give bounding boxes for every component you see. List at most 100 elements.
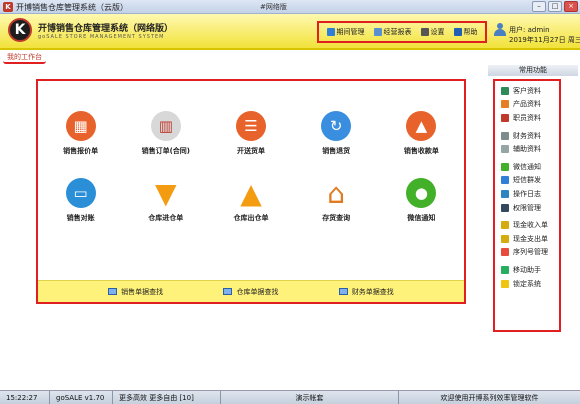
permission-icon [501, 203, 509, 212]
status-account: 演示帐套 [221, 390, 399, 404]
window-controls: – □ × [532, 1, 578, 12]
app-subtitle: goSALE STORE MANAGEMENT SYSTEM [38, 34, 165, 40]
quick-link-label: 财务单据查找 [351, 287, 394, 296]
aux-icon [501, 145, 509, 154]
staff-icon [501, 113, 509, 122]
report-icon [373, 28, 382, 36]
tile-laptop[interactable]: ▭ 销售对账 [38, 178, 123, 223]
wechat-icon: ● [406, 178, 437, 208]
sidebar-item-product[interactable]: 产品资料 [501, 98, 559, 112]
customer-icon [501, 86, 509, 95]
tile-up-arrow[interactable]: ▲ 仓库出仓单 [208, 176, 293, 223]
up-arrow-icon: ▲ [240, 176, 262, 210]
settings-icon [420, 28, 429, 36]
tile-label: 销售退货 [322, 147, 351, 155]
sidebar-item-label: 产品资料 [513, 100, 541, 109]
menu-report[interactable]: 经营报表 [373, 27, 412, 37]
sidebar-item-finance[interactable]: 财务资料 [501, 129, 559, 143]
sidebar-item-mobile[interactable]: 移动助手 [501, 263, 559, 277]
quick-link[interactable]: 销售单据查找 [108, 287, 163, 297]
tile-label: 仓库出仓单 [233, 214, 269, 222]
user-name: 用户: admin [509, 26, 550, 34]
app-header: K 开博销售仓库管理系统（网络版） goSALE STORE MANAGEMEN… [0, 14, 580, 50]
quick-link-label: 仓库单据查找 [236, 287, 279, 296]
menu-help[interactable]: 帮助 [453, 27, 478, 37]
menu-folder[interactable]: 期间管理 [326, 27, 365, 37]
function-grid: ▦ 销售报价单 ▥ 销售订单(合同) ☰ 开送货单 ↻ 销售退货 ▲ 销售收款单 ▭ 销售对账 ▼ 仓库进… [38, 111, 464, 223]
monitor-icon [338, 288, 348, 295]
sidebar-item-label: 权限管理 [513, 203, 541, 212]
sidebar-item-label: 辅助资料 [513, 145, 541, 154]
quick-link[interactable]: 仓库单据查找 [223, 287, 278, 297]
sidebar-item-label: 现金支出单 [513, 234, 548, 243]
status-version: goSALE v1.70 [50, 390, 113, 404]
log-icon [501, 189, 509, 198]
main-panel: ▦ 销售报价单 ▥ 销售订单(合同) ☰ 开送货单 ↻ 销售退货 ▲ 销售收款单 ▭ 销售对账 ▼ 仓库进… [36, 79, 466, 304]
sidebar-item-cash-in[interactable]: 现金收入单 [501, 218, 559, 232]
serial-icon [501, 248, 509, 257]
sidebar-item-staff[interactable]: 职员资料 [501, 111, 559, 125]
logo: K [8, 18, 32, 42]
refresh-icon: ↻ [321, 111, 352, 141]
tile-refresh[interactable]: ↻ 销售退货 [294, 111, 379, 156]
tab-my-workbench[interactable]: 我的工作台 [3, 52, 46, 64]
menu-label: 经营报表 [383, 28, 412, 36]
help-icon [453, 28, 462, 36]
bell-icon: ▲ [406, 111, 437, 141]
app-title: 开博销售仓库管理系统（网络版） [38, 24, 174, 34]
calculator-icon: ▦ [65, 111, 96, 141]
sidebar-item-label: 财务资料 [513, 131, 541, 140]
tile-label: 开送货单 [236, 147, 265, 155]
menu-settings[interactable]: 设置 [420, 27, 445, 37]
sidebar-item-label: 微信通知 [513, 162, 541, 171]
sidebar-item-sms[interactable]: 短信群发 [501, 174, 559, 188]
house-icon: ⌂ [327, 176, 346, 210]
mobile-icon [501, 265, 509, 274]
tile-bell[interactable]: ▲ 销售收款单 [379, 111, 464, 156]
maximize-icon[interactable]: □ [548, 1, 562, 12]
product-icon [501, 100, 509, 109]
menu-label: 期间管理 [336, 28, 365, 36]
menu-label: 帮助 [463, 28, 478, 36]
sidebar-item-lock[interactable]: 锁定系统 [501, 277, 559, 291]
tile-down-arrow[interactable]: ▼ 仓库进仓单 [123, 176, 208, 223]
tile-wechat[interactable]: ● 微信通知 [379, 178, 464, 223]
finance-icon [501, 131, 509, 140]
window-title: 开博销售仓库管理系统（云版） [16, 3, 128, 12]
quick-link-label: 销售单据查找 [121, 287, 164, 296]
tile-label: 仓库进仓单 [148, 214, 184, 222]
down-arrow-icon: ▼ [155, 176, 177, 210]
tile-calculator[interactable]: ▦ 销售报价单 [38, 111, 123, 156]
sidebar-item-customer[interactable]: 客户资料 [501, 84, 559, 98]
tile-label: 存货查询 [322, 214, 351, 222]
monitor-icon [223, 288, 233, 295]
minimize-icon[interactable]: – [532, 1, 546, 12]
sidebar-item-serial[interactable]: 序列号管理 [501, 246, 559, 260]
tile-label: 销售订单(合同) [141, 147, 190, 155]
tile-clipboard[interactable]: ☰ 开送货单 [208, 111, 293, 156]
sidebar-item-permission[interactable]: 权限管理 [501, 201, 559, 215]
tile-house[interactable]: ⌂ 存货查询 [294, 176, 379, 223]
laptop-icon: ▭ [65, 178, 96, 208]
tile-book[interactable]: ▥ 销售订单(合同) [123, 111, 208, 156]
quick-link[interactable]: 财务单据查找 [338, 287, 394, 297]
sidebar-item-cash-out[interactable]: 现金支出单 [501, 232, 559, 246]
status-welcome: 欢迎使用开博系列效率管理软件 [440, 393, 539, 402]
sidebar-item-label: 职员资料 [513, 113, 541, 122]
tile-label: 销售收款单 [403, 147, 439, 155]
sidebar-item-log[interactable]: 操作日志 [501, 187, 559, 201]
sidebar-item-label: 序列号管理 [513, 248, 548, 257]
clipboard-icon: ☰ [235, 111, 266, 141]
tile-label: 微信通知 [407, 214, 436, 222]
sidebar-item-label: 移动助手 [513, 265, 541, 274]
sidebar-item-wechat[interactable]: 微信通知 [501, 160, 559, 174]
top-menu: 期间管理 经营报表 设置 帮助 [317, 21, 487, 43]
close-icon[interactable]: × [564, 1, 578, 12]
user-info: 用户: admin 2019年11月27日 周三 [494, 20, 580, 46]
sidebar-heading: 常用功能 [488, 65, 578, 76]
sidebar-item-label: 操作日志 [513, 189, 541, 198]
menu-label: 设置 [430, 28, 445, 36]
sidebar-item-aux[interactable]: 辅助资料 [501, 142, 559, 156]
monitor-icon [108, 288, 118, 295]
sidebar-item-label: 短信群发 [513, 176, 541, 185]
